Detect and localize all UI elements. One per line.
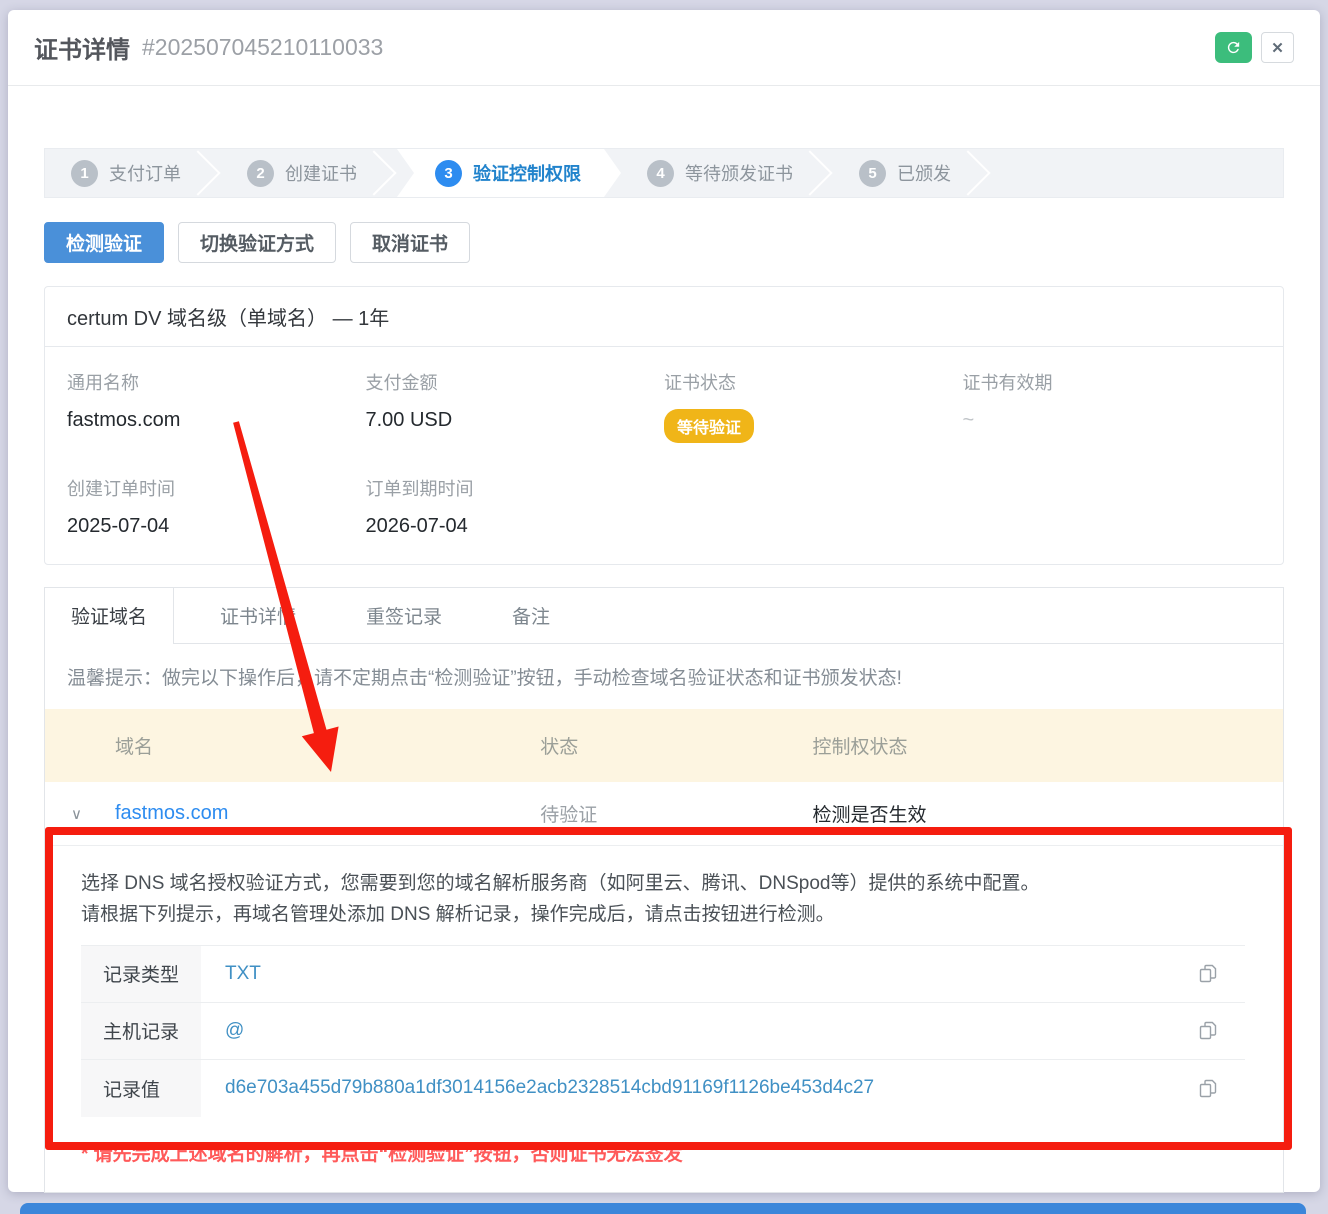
dns-instruction-line1: 选择 DNS 域名授权验证方式，您需要到您的域名解析服务商（如阿里云、腾讯、DN… — [81, 868, 1247, 899]
friendly-tip: 温馨提示：做完以下操作后，请不定期点击“检测验证”按钮，手动检查域名验证状态和证… — [45, 644, 1283, 709]
step-number: 5 — [859, 160, 886, 187]
step-number: 3 — [435, 160, 462, 187]
amount-value: 7.00 USD — [366, 409, 665, 432]
close-icon: ✕ — [1271, 39, 1284, 57]
copy-icon — [1198, 963, 1219, 984]
record-label: 记录类型 — [81, 946, 201, 1002]
tab-cert-detail[interactable]: 证书详情 — [196, 588, 320, 643]
step-wizard: 1 支付订单 2 创建证书 3 验证控制权限 4 等待颁发证书 5 已颁发 — [44, 148, 1284, 198]
wizard-filler — [991, 149, 1283, 197]
validity-value: ~ — [963, 409, 1262, 432]
cancel-certificate-button[interactable]: 取消证书 — [350, 222, 470, 263]
field-validity: 证书有效期 ~ — [963, 369, 1262, 443]
field-amount: 支付金额 7.00 USD — [366, 369, 665, 443]
record-value-value: d6e703a455d79b880a1df3014156e2acb2328514… — [201, 1077, 874, 1099]
field-label: 证书有效期 — [963, 369, 1262, 395]
step-create-cert: 2 创建证书 — [221, 149, 397, 197]
record-type-value: TXT — [201, 963, 261, 985]
modal-title: 证书详情 — [34, 30, 130, 65]
step-issued: 5 已颁发 — [833, 149, 991, 197]
col-control-status: 控制权状态 — [813, 732, 1283, 759]
step-label: 已颁发 — [897, 160, 951, 186]
header-actions: ✕ — [1215, 32, 1294, 63]
action-bar: 检测验证 切换验证方式 取消证书 — [44, 222, 1284, 263]
step-pay-order: 1 支付订单 — [45, 149, 221, 197]
col-status: 状态 — [540, 732, 812, 759]
expand-caret-icon[interactable]: ∨ — [71, 805, 82, 823]
copy-icon — [1198, 1020, 1219, 1041]
expires-value: 2026-07-04 — [366, 515, 665, 538]
order-number: #202507045210110033 — [142, 34, 383, 61]
record-host-value: @ — [201, 1020, 244, 1042]
step-wait-issue: 4 等待颁发证书 — [621, 149, 833, 197]
step-label: 验证控制权限 — [473, 160, 581, 186]
common-name-value: fastmos.com — [67, 409, 366, 432]
dns-verification-panel: 选择 DNS 域名授权验证方式，您需要到您的域名解析服务商（如阿里云、腾讯、DN… — [45, 846, 1283, 1192]
refresh-button[interactable] — [1215, 32, 1252, 63]
domain-row: ∨ fastmos.com 待验证 检测是否生效 — [45, 782, 1283, 846]
modal-header: 证书详情 #202507045210110033 ✕ — [8, 10, 1320, 86]
record-row-type: 记录类型 TXT — [81, 946, 1245, 1003]
domain-link[interactable]: fastmos.com — [115, 802, 228, 824]
certificate-panel: certum DV 域名级（单域名） — 1年 通用名称 fastmos.com… — [44, 286, 1284, 565]
field-expire-time: 订单到期时间 2026-07-04 — [366, 475, 665, 538]
dns-instruction-line2: 请根据下列提示，再域名管理处添加 DNS 解析记录，操作完成后，请点击按钮进行检… — [81, 899, 1247, 930]
record-row-value: 记录值 d6e703a455d79b880a1df3014156e2acb232… — [81, 1060, 1245, 1117]
record-label: 记录值 — [81, 1060, 201, 1117]
step-label: 创建证书 — [285, 160, 357, 186]
switch-verification-method-button[interactable]: 切换验证方式 — [178, 222, 336, 263]
field-label: 订单到期时间 — [366, 475, 665, 501]
field-common-name: 通用名称 fastmos.com — [67, 369, 366, 443]
check-verification-button[interactable]: 检测验证 — [44, 222, 164, 263]
close-button[interactable]: ✕ — [1261, 32, 1294, 63]
domain-table-header: 域名 状态 控制权状态 — [45, 709, 1283, 782]
field-label: 创建订单时间 — [67, 475, 366, 501]
tab-remark[interactable]: 备注 — [488, 588, 574, 643]
field-cert-status: 证书状态 等待验证 — [664, 369, 963, 443]
refresh-icon — [1225, 39, 1242, 56]
certificate-fields: 通用名称 fastmos.com 支付金额 7.00 USD 证书状态 等待验证… — [45, 347, 1283, 564]
tab-resign-record[interactable]: 重签记录 — [342, 588, 466, 643]
field-label: 证书状态 — [664, 369, 963, 395]
copy-record-type-button[interactable] — [1198, 963, 1219, 984]
copy-icon — [1198, 1078, 1219, 1099]
copy-record-host-button[interactable] — [1198, 1020, 1219, 1041]
dns-warning-text: * 请先完成上述域名的解析，再点击“检测验证”按钮，否则证书无法签发 — [81, 1139, 1247, 1166]
col-domain: 域名 — [45, 732, 540, 759]
step-label: 等待颁发证书 — [685, 160, 793, 186]
step-number: 1 — [71, 160, 98, 187]
step-number: 2 — [247, 160, 274, 187]
tabs-header: 验证域名 证书详情 重签记录 备注 — [45, 588, 1283, 644]
field-created-time: 创建订单时间 2025-07-04 — [67, 475, 366, 538]
domain-status: 待验证 — [540, 800, 812, 827]
dns-instructions: 选择 DNS 域名授权验证方式，您需要到您的域名解析服务商（如阿里云、腾讯、DN… — [81, 868, 1247, 931]
certificate-detail-modal: 证书详情 #202507045210110033 ✕ 1 支付订单 2 创建证书 — [8, 10, 1320, 1192]
field-label: 通用名称 — [67, 369, 366, 395]
status-badge: 等待验证 — [664, 409, 754, 443]
tab-verify-domain[interactable]: 验证域名 — [45, 588, 174, 644]
background-page-blue-bar — [20, 1203, 1306, 1214]
step-label: 支付订单 — [109, 160, 181, 186]
dns-record-table: 记录类型 TXT 主机记录 @ — [81, 945, 1245, 1117]
control-status-check[interactable]: 检测是否生效 — [813, 800, 1283, 827]
record-row-host: 主机记录 @ — [81, 1003, 1245, 1060]
step-verify-control: 3 验证控制权限 — [397, 149, 621, 197]
copy-record-value-button[interactable] — [1198, 1078, 1219, 1099]
step-number: 4 — [647, 160, 674, 187]
record-label: 主机记录 — [81, 1003, 201, 1059]
detail-tabs-container: 验证域名 证书详情 重签记录 备注 温馨提示：做完以下操作后，请不定期点击“检测… — [44, 587, 1284, 1193]
product-title: certum DV 域名级（单域名） — 1年 — [45, 287, 1283, 347]
created-value: 2025-07-04 — [67, 515, 366, 538]
field-label: 支付金额 — [366, 369, 665, 395]
